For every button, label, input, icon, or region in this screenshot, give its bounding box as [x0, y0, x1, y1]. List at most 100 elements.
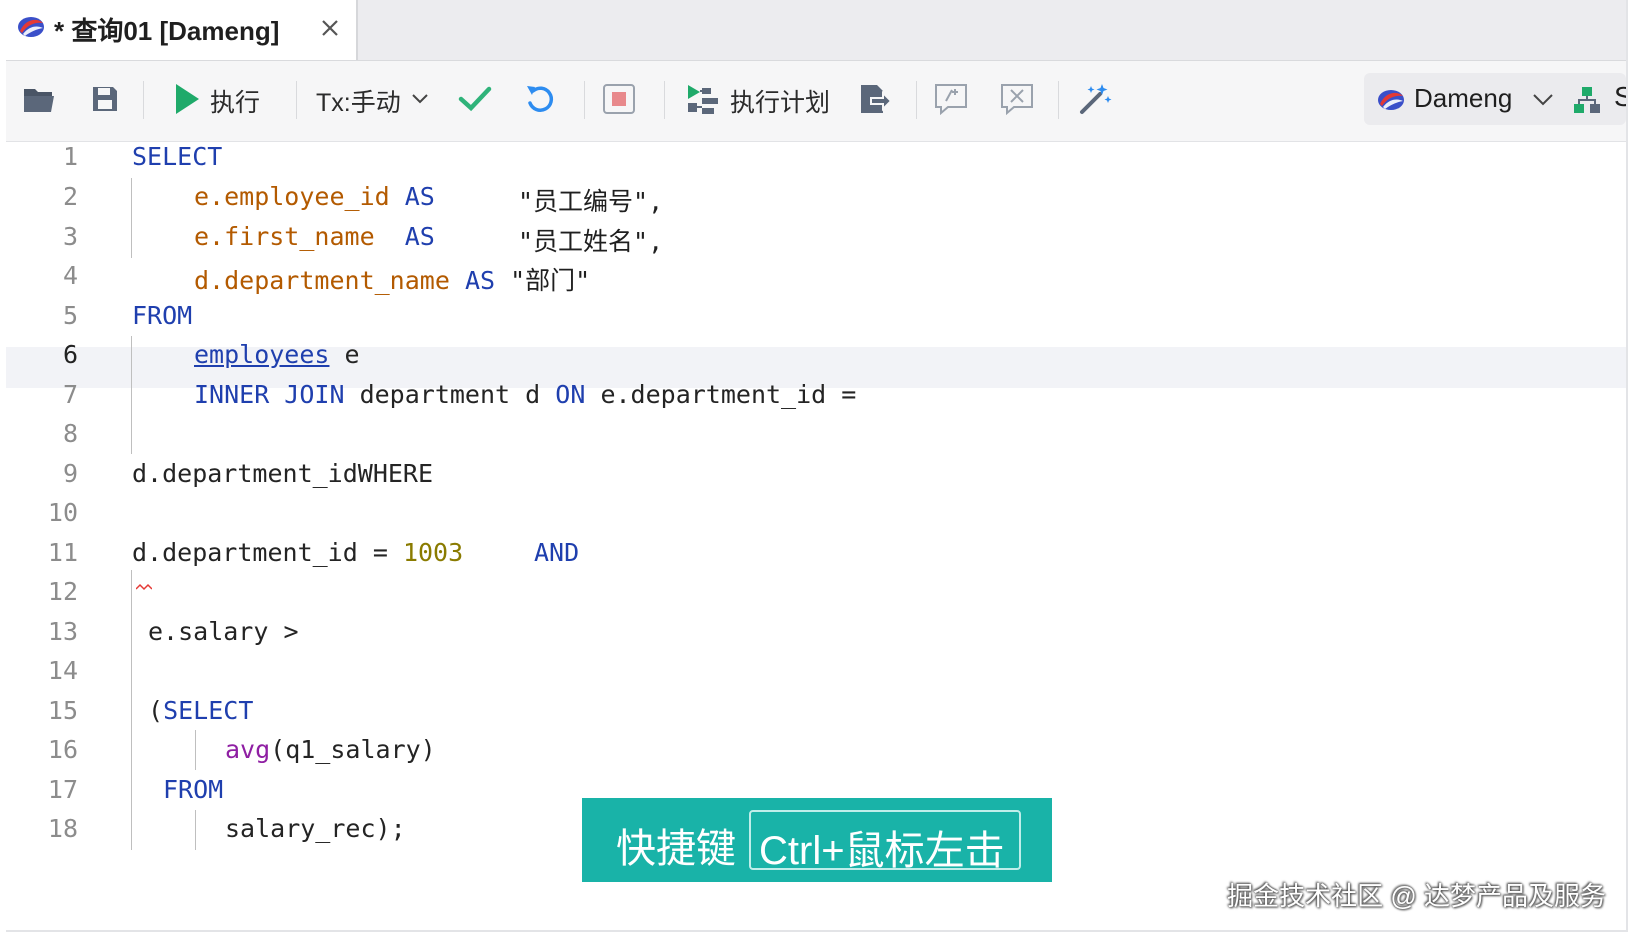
shortcut-hint-banner: 快捷键 Ctrl+鼠标左击: [582, 798, 1052, 882]
line-number-current: 6: [62, 340, 78, 369]
watermark: 掘金技术社区 @ 达梦产品及服务: [1227, 881, 1606, 911]
shortcut-key-text: Ctrl+鼠标左击: [759, 829, 1005, 873]
column-ref: e.employee_id: [194, 182, 390, 211]
commit-button[interactable]: [458, 79, 492, 123]
sql-keyword: AND: [534, 538, 580, 567]
line-number: 15: [47, 696, 78, 725]
table-alias: e: [344, 340, 360, 369]
transaction-mode-dropdown[interactable]: Tx:手动: [316, 79, 429, 123]
code-line-16: avg(q1_salary): [225, 735, 436, 764]
code-line-4: d.department_name AS "部门": [194, 261, 590, 297]
code-line-2-alias: "员工编号",: [518, 182, 663, 218]
format-sql-button[interactable]: [1078, 79, 1112, 123]
line-number: 9: [62, 459, 78, 488]
connection-label: Dameng: [1414, 83, 1513, 113]
shortcut-key-box: Ctrl+鼠标左击: [749, 810, 1021, 873]
sql-keyword: FROM: [132, 301, 193, 330]
editor-toolbar: 执行 Tx:手动 执行计划 Dameng: [6, 61, 1626, 142]
export-icon: [858, 82, 893, 121]
open-button[interactable]: [22, 79, 56, 123]
line-number: 12: [47, 577, 78, 606]
code-line-17: FROM: [163, 775, 223, 804]
execution-plan-label: 执行计划: [730, 89, 831, 117]
alias-string: "员工编号",: [518, 187, 664, 216]
line-number: 8: [62, 419, 78, 448]
execute-label: 执行: [210, 89, 261, 117]
alias-string: "员工姓名",: [518, 227, 664, 256]
alias-string: "部门": [510, 266, 591, 295]
close-icon[interactable]: [318, 16, 342, 45]
code-line-15: (SELECT: [148, 696, 253, 725]
code-line-11: d.department_id = 1003: [132, 538, 463, 567]
table-link[interactable]: employees: [194, 340, 329, 369]
sql-keyword: INNER JOIN: [194, 380, 345, 409]
indent-guide: [195, 810, 196, 850]
schema-icon[interactable]: [1572, 85, 1602, 120]
execute-button[interactable]: 执行: [174, 79, 260, 123]
sql-keyword: SELECT: [163, 696, 254, 725]
tab-query01[interactable]: * 查询01 [Dameng]: [6, 0, 358, 60]
toolbar-separator: [143, 81, 144, 119]
toolbar-separator: [296, 81, 297, 119]
execution-plan-button[interactable]: 执行计划: [686, 79, 830, 123]
undo-icon: [524, 83, 556, 120]
uncomment-icon: [1000, 83, 1034, 120]
function-name: avg: [225, 735, 271, 764]
error-squiggle: [136, 583, 152, 591]
sql-editor-window: * 查询01 [Dameng] 执行 Tx:手动 执行计划 Dameng 1 2…: [6, 0, 1628, 932]
line-number: 18: [47, 814, 78, 843]
check-icon: [458, 85, 492, 118]
export-button[interactable]: [858, 79, 893, 123]
connection-selector[interactable]: Dameng S: [1364, 73, 1626, 125]
condition-text: e.department_id =: [600, 380, 857, 409]
line-number: 4: [62, 261, 78, 290]
stop-icon: [602, 83, 636, 120]
sql-keyword: SELECT: [132, 142, 223, 171]
folder-open-icon: [22, 84, 56, 119]
play-icon: [174, 83, 200, 120]
line-number: 11: [47, 538, 78, 567]
uncomment-button[interactable]: [1000, 79, 1034, 123]
stop-button[interactable]: [602, 79, 636, 123]
schema-label: S: [1614, 81, 1626, 113]
sql-keyword: FROM: [163, 775, 224, 804]
indent-guide: [195, 730, 196, 770]
code-line-11-and: AND: [534, 538, 579, 567]
line-number: 3: [62, 222, 78, 251]
indent-guide: [131, 336, 132, 454]
code-line-13: e.salary >: [148, 617, 299, 646]
code-line-18: salary_rec);: [225, 814, 406, 843]
column-ref: e.first_name: [194, 222, 375, 251]
sql-keyword: AS: [404, 182, 435, 211]
sql-keyword: AS: [404, 222, 435, 251]
line-number: 10: [47, 498, 78, 527]
comment-icon: [934, 83, 968, 120]
line-number: 5: [62, 301, 78, 330]
table-ref: department d: [359, 380, 541, 409]
code-line-9: d.department_idWHERE: [132, 459, 433, 488]
line-number: 2: [62, 182, 78, 211]
line-number: 14: [47, 656, 78, 685]
indent-guide: [131, 570, 132, 850]
code-line-1: SELECT: [132, 142, 222, 171]
chevron-down-icon: [1532, 93, 1554, 112]
toolbar-separator: [584, 81, 585, 119]
execution-plan-icon: [686, 82, 720, 121]
line-number: 16: [47, 735, 78, 764]
line-number: 1: [62, 142, 78, 171]
shortcut-hint-label: 快捷键: [616, 827, 736, 871]
condition-text: d.department_idWHERE: [132, 459, 434, 488]
code-line-5: FROM: [132, 301, 192, 330]
line-number: 17: [47, 775, 78, 804]
rollback-button[interactable]: [524, 79, 556, 123]
indent-guide: [131, 178, 132, 258]
toolbar-separator: [1058, 81, 1059, 119]
comment-button[interactable]: [934, 79, 968, 123]
code-line-7: INNER JOIN department d ON e.department_…: [194, 380, 856, 409]
function-args: (q1_salary): [270, 735, 436, 764]
paren: (: [148, 696, 164, 725]
magic-wand-icon: [1078, 82, 1112, 121]
save-button[interactable]: [90, 79, 120, 123]
line-number: 7: [62, 380, 78, 409]
code-line-3: e.first_name AS: [194, 222, 435, 251]
